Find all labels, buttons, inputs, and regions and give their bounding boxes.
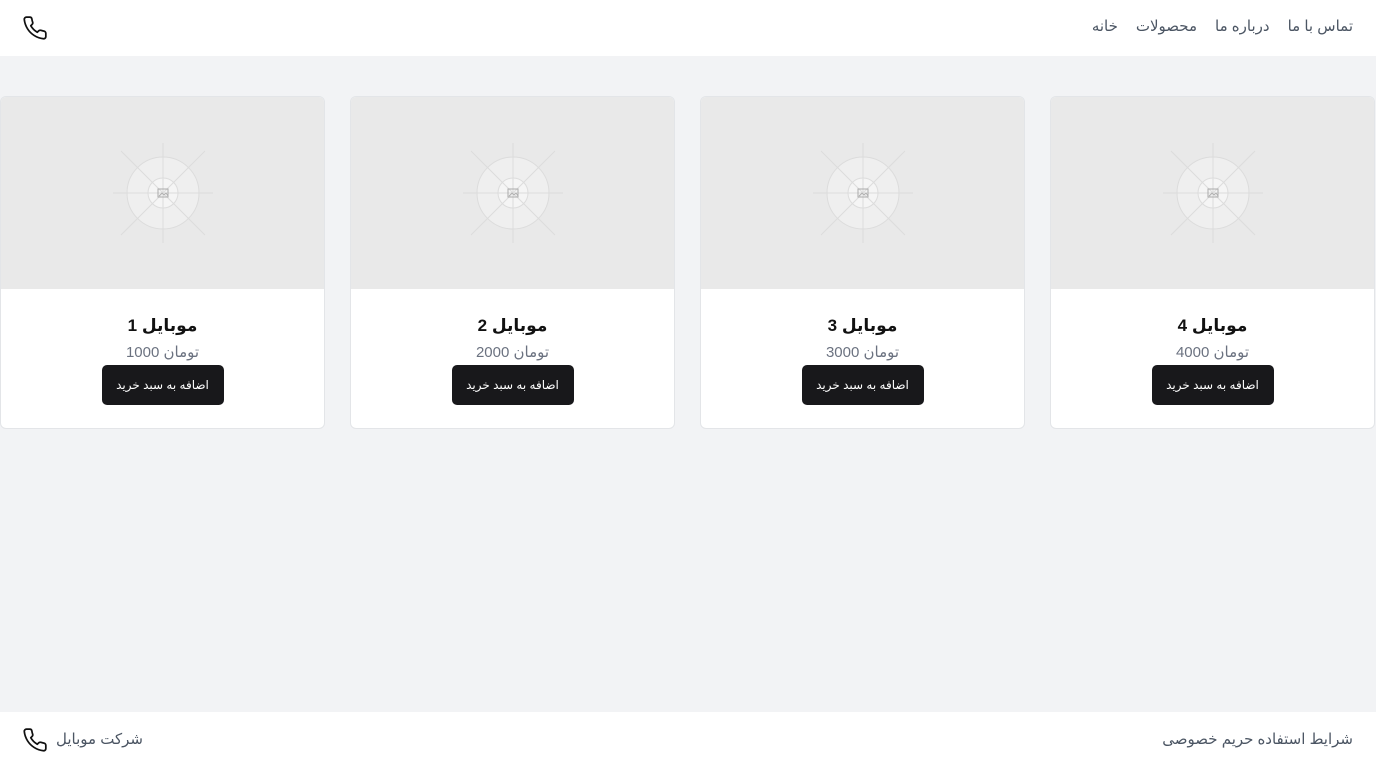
main-nav: خانه محصولات درباره ما تماس با ما <box>1092 17 1353 37</box>
product-price: تومان 2000 <box>475 344 550 361</box>
site-footer: شرکت موبایل حریم خصوصی شرایط استفاده <box>0 712 1376 768</box>
site-header: خانه محصولات درباره ما تماس با ما <box>0 0 1376 56</box>
terms-link[interactable]: شرایط استفاده <box>1257 731 1353 749</box>
product-image <box>351 97 674 289</box>
nav-item-contact[interactable]: تماس با ما <box>1288 17 1353 37</box>
product-card: موبایل 1 تومان 1000 اضافه به سبد خرید <box>0 96 325 429</box>
nav-item-products[interactable]: محصولات <box>1136 17 1197 37</box>
company-name: شرکت موبایل <box>56 731 143 748</box>
phone-icon[interactable] <box>22 15 48 41</box>
nav-item-about[interactable]: درباره ما <box>1215 17 1270 37</box>
product-price: تومان 4000 <box>1175 344 1250 361</box>
image-placeholder-icon <box>812 143 913 243</box>
product-card: موبایل 4 تومان 4000 اضافه به سبد خرید <box>1050 96 1375 429</box>
image-placeholder-icon <box>112 143 213 243</box>
product-title: موبایل 2 <box>477 316 548 335</box>
product-image <box>701 97 1024 289</box>
product-image <box>1 97 324 289</box>
image-placeholder-icon <box>462 143 563 243</box>
image-placeholder-icon <box>1162 143 1263 243</box>
product-price: تومان 3000 <box>825 344 900 361</box>
add-to-cart-button[interactable]: اضافه به سبد خرید <box>801 365 924 405</box>
product-price: تومان 1000 <box>125 344 200 361</box>
product-grid: موبایل 1 تومان 1000 اضافه به سبد خرید مو… <box>0 96 1376 430</box>
add-to-cart-button[interactable]: اضافه به سبد خرید <box>451 365 574 405</box>
product-title: موبایل 3 <box>827 316 898 335</box>
privacy-link[interactable]: حریم خصوصی <box>1162 731 1253 749</box>
footer-links: حریم خصوصی شرایط استفاده <box>1162 731 1353 749</box>
product-image <box>1051 97 1374 289</box>
add-to-cart-button[interactable]: اضافه به سبد خرید <box>1151 365 1274 405</box>
phone-icon[interactable] <box>22 727 48 753</box>
product-title: موبایل 4 <box>1177 316 1248 335</box>
product-title: موبایل 1 <box>127 316 198 335</box>
nav-item-home[interactable]: خانه <box>1092 17 1118 37</box>
product-card: موبایل 2 تومان 2000 اضافه به سبد خرید <box>350 96 675 429</box>
product-card: موبایل 3 تومان 3000 اضافه به سبد خرید <box>700 96 1025 429</box>
add-to-cart-button[interactable]: اضافه به سبد خرید <box>101 365 224 405</box>
